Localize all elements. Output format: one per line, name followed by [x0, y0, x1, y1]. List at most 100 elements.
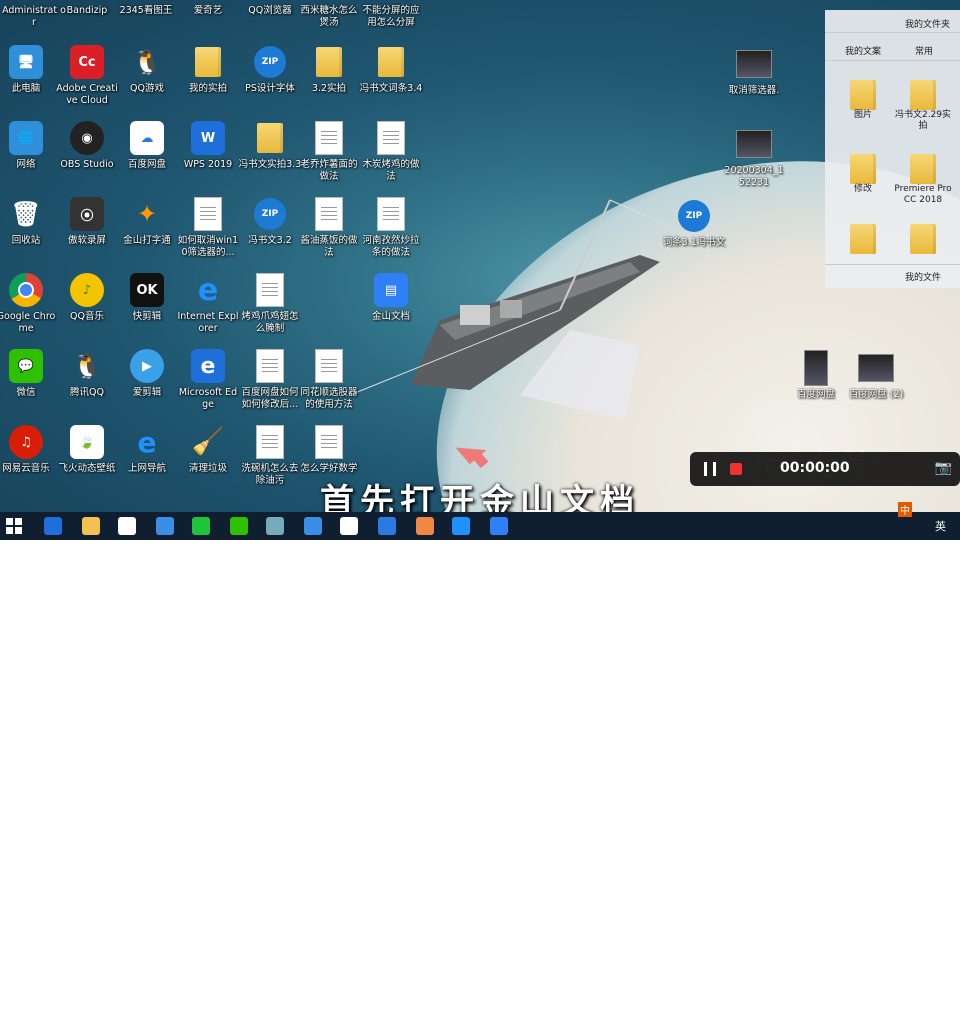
baidu-pan-icon[interactable]: ☁ 百度网盘: [115, 120, 179, 171]
tonghuashun-label: 同花顺选股器的使用方法: [300, 387, 358, 410]
my-shipai-label: 我的实拍: [188, 83, 227, 94]
qq-game-label: QQ游戏: [130, 83, 164, 94]
taskbar-mail-icon[interactable]: [156, 517, 174, 535]
file-explorer-panel[interactable]: 我的文件夹 我的文案 常用 图片 冯书文2.29实拍 修改 Premiere P…: [825, 10, 960, 288]
laojia-doc[interactable]: 老乔炸薯面的做法: [297, 120, 361, 183]
fengshu33-folder[interactable]: 冯书文实拍3.3: [238, 120, 302, 171]
adobe-cc-label: Adobe Creative Cloud: [56, 83, 118, 106]
edge-icon[interactable]: e Microsoft Edge: [176, 348, 240, 411]
jinshan-docs-icon[interactable]: ▤ 金山文档: [359, 272, 423, 323]
explorer-premiere-label: Premiere Pro CC 2018: [894, 184, 952, 205]
fengshu34-folder[interactable]: 冯书文词条3.4: [359, 44, 423, 95]
taskbar-phone-icon[interactable]: [304, 517, 322, 535]
baidu-watermark-url: jingyanbaidu.com: [735, 1009, 851, 1024]
obs-icon[interactable]: ◉ OBS Studio: [55, 120, 119, 171]
henan-doc[interactable]: 河南孜然炒拉条的做法: [359, 196, 423, 259]
ps-font-zip[interactable]: ZIP PS设计字体: [238, 44, 302, 95]
upload-assistant-icon[interactable]: e 上网导航: [115, 424, 179, 475]
explorer-fengshu229-label: 冯书文2.29实拍: [894, 110, 952, 131]
2345-viewer-label: 2345看图王: [119, 5, 173, 16]
wps-icon[interactable]: W WPS 2019: [176, 120, 240, 171]
explorer-pictures-folder[interactable]: 图片: [833, 80, 893, 121]
kuaiying-icon[interactable]: OK 快剪辑: [115, 272, 179, 323]
cleaner-icon[interactable]: 🧹 清理垃圾: [176, 424, 240, 475]
tray-lang[interactable]: 中: [898, 502, 912, 517]
google-chrome-icon[interactable]: Google Chrome: [0, 272, 58, 335]
cancel-win10-doc[interactable]: 如何取消win10筛选器的...: [176, 196, 240, 259]
baidupan-a-file[interactable]: 百度网盘: [784, 350, 848, 401]
cancel-filter-file[interactable]: 取消筛选器.: [722, 46, 786, 97]
desktop[interactable]: Administrat or Bandizip 2345看图王 爱奇艺 QQ浏览…: [0, 0, 960, 512]
howto-learn-doc[interactable]: 怎么学好数学: [297, 424, 361, 475]
taskbar-explorer-icon[interactable]: [82, 517, 100, 535]
qq-browser-shortcut[interactable]: QQ浏览器: [238, 2, 302, 17]
doc-ximi[interactable]: 西米糖水怎么煲汤: [297, 2, 361, 29]
adobe-cc-icon[interactable]: Cc Adobe Creative Cloud: [55, 44, 119, 107]
explorer-my-files-bottom: 我的文件: [905, 273, 942, 283]
network-icon[interactable]: 🌐 网络: [0, 120, 58, 171]
explorer-pictures-label: 图片: [853, 110, 872, 120]
recycle-bin-label: 回收站: [11, 235, 41, 246]
taskbar-iqiyi-icon[interactable]: [192, 517, 210, 535]
start-button[interactable]: [6, 518, 22, 534]
cancel-filter-label: 取消筛选器.: [728, 85, 780, 96]
doc-ximi-label: 西米糖水怎么煲汤: [300, 5, 358, 28]
video-caption: 首先打开金山文档: [320, 482, 640, 512]
explorer-folder-a[interactable]: [833, 224, 893, 254]
screenshot-0304-file[interactable]: 20200304_152231: [722, 126, 786, 189]
this-pc-label: 此电脑: [11, 83, 41, 94]
ie-label: Internet Explorer: [177, 311, 239, 334]
fengshu33-label: 冯书文实拍3.3: [238, 159, 302, 170]
shipai32-folder[interactable]: 3.2实拍: [297, 44, 361, 95]
mutan-doc[interactable]: 木炭烤鸡的做法: [359, 120, 423, 183]
qq-music-icon[interactable]: ♪ QQ音乐: [55, 272, 119, 323]
baidupan-a-label: 百度网盘: [796, 389, 835, 400]
jiangyou-doc[interactable]: 酱油蒸饭的做法: [297, 196, 361, 259]
taskbar-shield-icon[interactable]: [378, 517, 396, 535]
taskbar-edge-icon[interactable]: [44, 517, 62, 535]
explorer-fengshu229-folder[interactable]: 冯书文2.29实拍: [893, 80, 953, 132]
iqiyi-shortcut[interactable]: 爱奇艺: [176, 2, 240, 17]
tonghuashun-doc[interactable]: 同花顺选股器的使用方法: [297, 348, 361, 411]
this-pc-icon[interactable]: 🖥 此电脑: [0, 44, 58, 95]
netease-music-icon[interactable]: ♫ 网易云音乐: [0, 424, 58, 475]
baidupan-b-label: 百度网盘 (2): [848, 389, 904, 400]
explorer-premiere-folder[interactable]: Premiere Pro CC 2018: [893, 154, 953, 206]
aijianji-icon[interactable]: ▶ 爱剪辑: [115, 348, 179, 399]
ciku31-zip[interactable]: ZIP 词条3.1冯书文: [662, 198, 726, 249]
bandizip-shortcut[interactable]: Bandizip: [55, 2, 119, 17]
kuaiying-label: 快剪辑: [132, 311, 162, 322]
jinshan-docs-label: 金山文档: [371, 311, 410, 322]
explorer-my-docs[interactable]: 我的文案: [845, 44, 881, 57]
explorer-modify-folder[interactable]: 修改: [833, 154, 893, 195]
taskbar[interactable]: jingyanbaidu.com 英 中: [0, 502, 960, 1024]
2345-viewer-shortcut[interactable]: 2345看图王: [114, 2, 178, 17]
kaoji-doc[interactable]: 烤鸡爪鸡翅怎么腌制: [238, 272, 302, 335]
henan-label: 河南孜然炒拉条的做法: [362, 235, 420, 258]
taskbar-feihuo-icon[interactable]: [416, 517, 434, 535]
taskbar-baidupan-icon[interactable]: [340, 517, 358, 535]
feihuo-wallpaper-icon[interactable]: 🍃 飞火动态壁纸: [55, 424, 119, 475]
wechat-icon[interactable]: 💬 微信: [0, 348, 58, 399]
jinshan-typing-icon[interactable]: ✦ 金山打字通: [115, 196, 179, 247]
ie-icon[interactable]: e Internet Explorer: [176, 272, 240, 335]
tray-ime[interactable]: 英: [935, 518, 946, 534]
taskbar-jinshan-docs-icon[interactable]: [490, 517, 508, 535]
recycle-bin-icon[interactable]: 🗑 回收站: [0, 196, 58, 247]
taskbar-browser-icon[interactable]: [452, 517, 470, 535]
doc-split-screen[interactable]: 不能分屏的应用怎么分屏: [359, 2, 423, 29]
aoruan-recorder-icon[interactable]: ⦿ 傲软录屏: [55, 196, 119, 247]
taskbar-pen-icon[interactable]: [266, 517, 284, 535]
explorer-folder-b[interactable]: [893, 224, 953, 254]
fengshu32-zip[interactable]: ZIP 冯书文3.2: [238, 196, 302, 247]
baidupan-modify-doc[interactable]: 百度网盘如何如何修改后...: [238, 348, 302, 411]
qq-game-icon[interactable]: 🐧 QQ游戏: [115, 44, 179, 95]
taskbar-wechat-icon[interactable]: [230, 517, 248, 535]
baidupan-modify-label: 百度网盘如何如何修改后...: [241, 387, 299, 410]
explorer-common[interactable]: 常用: [915, 44, 933, 57]
baidupan-b-file[interactable]: 百度网盘 (2): [844, 350, 908, 401]
taskbar-store-icon[interactable]: [118, 517, 136, 535]
shipai32-label: 3.2实拍: [311, 83, 347, 94]
tencent-qq-icon[interactable]: 🐧 腾讯QQ: [55, 348, 119, 399]
my-shipai-folder[interactable]: 我的实拍: [176, 44, 240, 95]
